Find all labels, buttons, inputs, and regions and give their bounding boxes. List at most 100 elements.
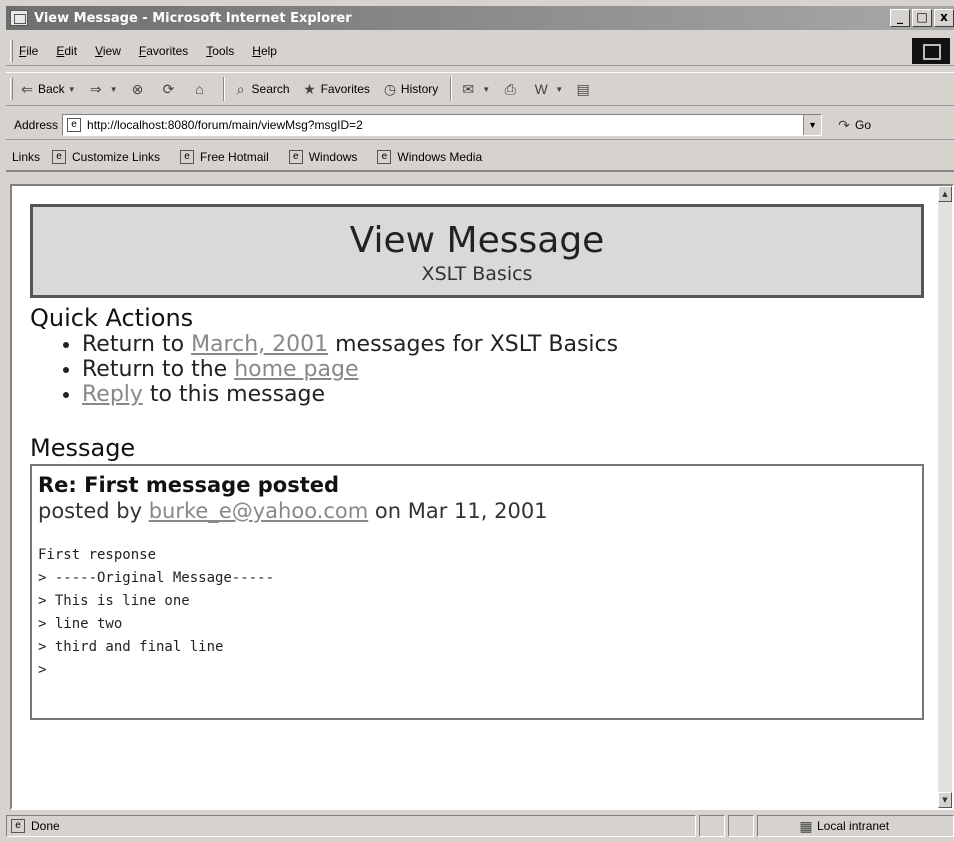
message-subject: Re: First message posted [38,473,340,497]
page-icon: e [11,819,25,833]
ie-app-icon [10,10,28,26]
address-input[interactable]: e http://localhost:8080/forum/main/viewM… [62,113,823,136]
menu-edit[interactable]: Edit [56,44,77,58]
print-icon: ⎙ [504,81,516,97]
close-button[interactable]: x [934,9,954,27]
search-icon: ⌕ [236,81,245,97]
address-url[interactable]: http://localhost:8080/forum/main/viewMsg… [87,118,363,132]
mail-button[interactable]: ✉ ▼ [460,81,490,97]
page-icon: e [377,150,392,164]
menu-help[interactable]: Help [252,44,277,58]
link-label: Windows Media [397,150,483,164]
print-button[interactable]: ⎙ [502,81,521,97]
link-label: Windows [308,150,358,164]
go-arrow-icon: ↷ [838,116,850,133]
chevron-down-icon[interactable]: ▼ [555,85,563,94]
history-icon: ◷ [383,81,397,97]
history-button[interactable]: ◷ History [382,81,438,97]
action-text: messages for XSLT Basics [328,332,619,357]
author-email-link[interactable]: burke_e@yahoo.com [149,499,369,523]
search-button[interactable]: ⌕ Search [233,81,290,97]
chevron-down-icon[interactable]: ▼ [68,85,76,94]
link-label: Free Hotmail [200,150,269,164]
zone-label: Local intranet [817,819,890,833]
link-windows-media[interactable]: e Windows Media [377,150,482,164]
minimize-button[interactable]: _ [890,9,910,27]
menu-view[interactable]: View [95,44,121,58]
links-bar: Links e Customize Links e Free Hotmail e… [6,144,954,172]
page-viewport[interactable]: View Message XSLT Basics Quick Actions R… [10,184,954,810]
links-label: Links [12,150,41,164]
message-date: on Mar 11, 2001 [368,499,548,523]
message-heading: Message [30,434,136,462]
window-title-bar[interactable]: View Message - Microsoft Internet Explor… [6,6,954,30]
list-item: Return to March, 2001 messages for XSLT … [82,332,924,357]
scroll-up-arrow-icon[interactable]: ▲ [938,186,952,202]
toolbar-separator [222,77,225,101]
toolbar-grip[interactable] [10,39,13,62]
menu-tools[interactable]: Tools [206,44,234,58]
menu-bar: File Edit View Favorites Tools Help [6,36,954,66]
page-subtitle: XSLT Basics [421,263,533,285]
message-box: Re: First message posted posted by burke… [30,464,924,720]
discuss-button[interactable]: ▤ [575,81,594,97]
link-free-hotmail[interactable]: e Free Hotmail [180,150,269,164]
message-meta: posted by burke_e@yahoo.com on Mar 11, 2… [38,498,916,524]
favorites-button[interactable]: ★ Favorites [302,81,370,97]
stop-icon: ⊗ [131,81,144,97]
standard-toolbar: ⇐ Back ▼ ⇒ ▼ ⊗ ⟳ ⌂ ⌕ Search ★ Favorites … [6,72,954,106]
month-link[interactable]: March, 2001 [191,332,328,357]
vertical-scrollbar[interactable]: ▲ ▼ [938,186,952,808]
status-pane [699,815,725,837]
refresh-button[interactable]: ⟳ [161,81,180,97]
scroll-down-arrow-icon[interactable]: ▼ [938,792,952,808]
status-bar: e Done ▦ Local intranet [6,814,954,838]
list-item: Return to the home page [82,357,924,382]
address-label: Address [14,117,59,132]
link-customize-links[interactable]: e Customize Links [52,150,160,164]
chevron-down-icon[interactable]: ▼ [482,85,490,94]
page-icon: e [67,117,82,132]
favorites-folder-icon: ★ [303,81,316,97]
toolbar-grip[interactable] [10,78,13,100]
discuss-icon: ▤ [576,81,590,97]
go-label: Go [855,117,872,132]
action-text: Return to the [82,357,235,382]
back-button[interactable]: ⇐ Back ▼ [19,81,76,97]
home-page-link[interactable]: home page [234,357,358,382]
security-zone-pane: ▦ Local intranet [757,815,954,837]
message-body: First response > -----Original Message--… [38,547,275,678]
page-title: View Message [349,220,605,261]
quick-actions-list: Return to March, 2001 messages for XSLT … [82,332,924,407]
stop-button[interactable]: ⊗ [130,81,149,97]
reply-link[interactable]: Reply [82,382,143,407]
mail-icon: ✉ [462,81,475,97]
home-button[interactable]: ⌂ [192,81,211,97]
edit-word-button[interactable]: W ▼ [533,81,564,97]
page-icon: e [180,150,195,164]
window-controls: _ □ x [890,9,954,27]
maximize-button[interactable]: □ [912,9,932,27]
refresh-icon: ⟳ [162,81,175,97]
forward-arrow-icon: ⇒ [89,81,102,97]
forward-button[interactable]: ⇒ ▼ [88,81,118,97]
status-pane [728,815,754,837]
link-windows[interactable]: e Windows [288,150,358,164]
back-label: Back [38,82,65,96]
go-button[interactable]: ↷ Go [836,117,871,133]
link-label: Customize Links [72,150,161,164]
address-dropdown-icon[interactable]: ▼ [803,114,822,135]
page-header-box: View Message XSLT Basics [30,204,924,298]
windows-logo-icon [912,38,950,64]
status-main-pane: e Done [6,815,696,837]
page-icon: e [52,150,67,164]
menu-file[interactable]: File [19,44,38,58]
chevron-down-icon[interactable]: ▼ [110,85,118,94]
home-icon: ⌂ [195,81,204,97]
status-text: Done [31,819,60,833]
action-text: Return to [82,332,192,357]
search-label: Search [251,82,290,96]
menu-favorites[interactable]: Favorites [139,44,188,58]
word-icon: W [534,81,548,97]
page-icon: e [288,150,303,164]
